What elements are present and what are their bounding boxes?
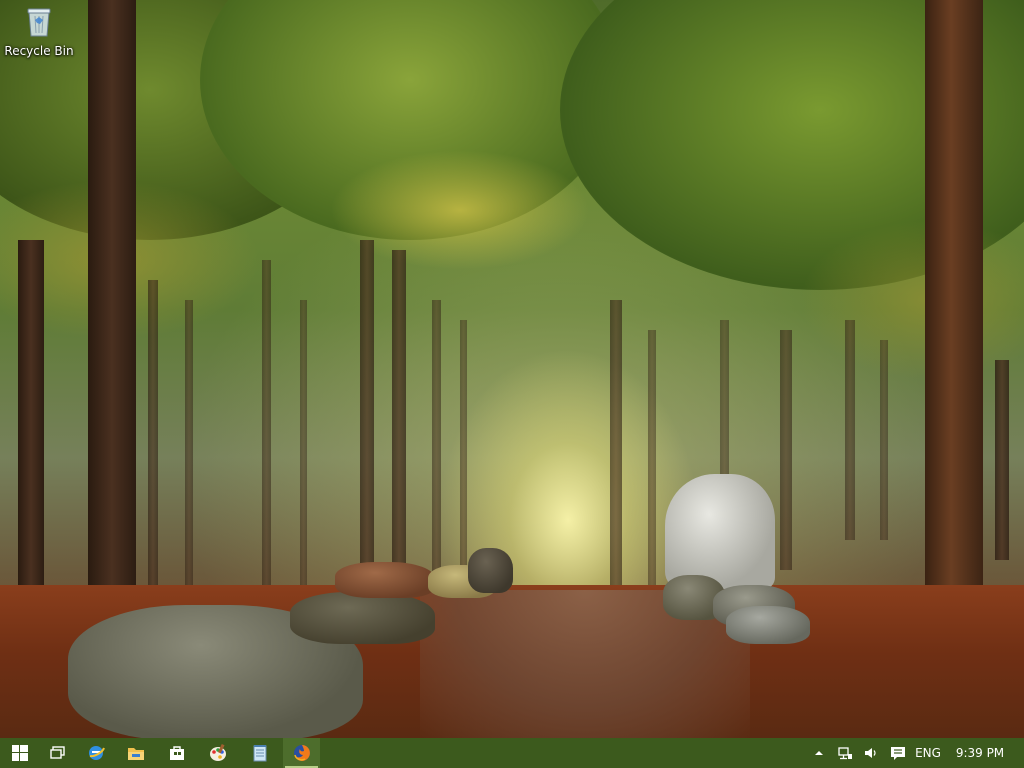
- start-button[interactable]: [2, 738, 38, 768]
- desktop-icon-recycle-bin[interactable]: Recycle Bin: [4, 4, 74, 64]
- show-hidden-icons-button[interactable]: [810, 738, 828, 768]
- clock-button[interactable]: 9:39 PM: [950, 738, 1010, 768]
- network-icon: [838, 747, 852, 760]
- taskbar-store[interactable]: [159, 738, 195, 768]
- action-center-button[interactable]: [886, 738, 910, 768]
- volume-icon: [865, 748, 876, 758]
- taskbar-notepad[interactable]: [242, 738, 278, 768]
- task-view-icon: [50, 746, 65, 759]
- taskbar-paint[interactable]: [200, 738, 236, 768]
- taskbar-firefox[interactable]: [283, 738, 320, 768]
- desktop-icon-label: Recycle Bin: [4, 44, 74, 58]
- paint-icon: [210, 743, 226, 761]
- store-icon: [170, 746, 184, 760]
- task-view-button[interactable]: [40, 738, 76, 768]
- file-explorer-icon: [128, 748, 144, 760]
- windows-logo-icon: [12, 745, 28, 761]
- network-tray-button[interactable]: [834, 738, 856, 768]
- desktop-wallpaper: [0, 0, 1024, 738]
- clock-time: 9:39 PM: [955, 746, 1005, 760]
- notepad-icon: [253, 745, 267, 762]
- internet-explorer-icon: [89, 746, 105, 760]
- action-center-icon: [891, 747, 905, 760]
- taskbar-internet-explorer[interactable]: [78, 738, 114, 768]
- chevron-up-icon: [815, 751, 823, 755]
- language-indicator: ENG: [915, 746, 941, 760]
- recycle-bin-icon: [27, 8, 51, 37]
- volume-tray-button[interactable]: [860, 738, 882, 768]
- input-language-button[interactable]: ENG: [912, 738, 944, 768]
- firefox-icon: [293, 745, 310, 761]
- taskbar-file-explorer[interactable]: [118, 738, 154, 768]
- taskbar: ENG 9:39 PM: [0, 738, 1024, 768]
